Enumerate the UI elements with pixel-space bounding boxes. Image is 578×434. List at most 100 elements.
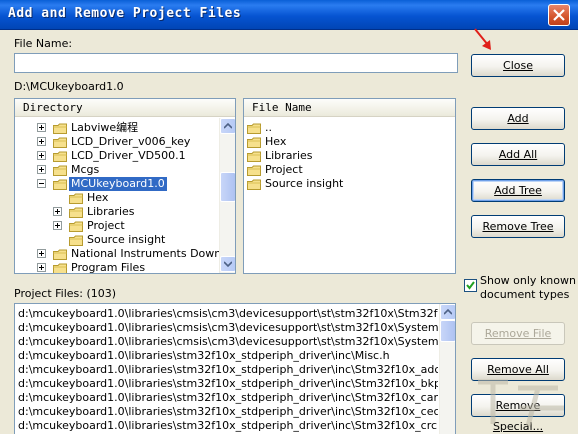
checkmark-icon: [466, 281, 475, 290]
folder-icon: [53, 151, 67, 162]
chevron-down-icon: [224, 261, 232, 267]
folder-icon: [69, 207, 83, 218]
directory-item[interactable]: Libraries: [15, 205, 219, 219]
watermark-logo-icon: [478, 379, 564, 427]
remove-tree-button[interactable]: Remove Tree: [471, 215, 565, 238]
expand-icon[interactable]: [53, 207, 62, 216]
directory-item[interactable]: Source insight: [15, 233, 219, 247]
directory-item[interactable]: Project: [15, 219, 219, 233]
directory-panel: Directory Labviwe编程 LCD_Driver_v006_key LC…: [14, 98, 236, 274]
directory-item[interactable]: Program Files: [15, 261, 219, 274]
file-list-item-label: Project: [265, 163, 303, 176]
folder-icon: [247, 151, 261, 162]
directory-header: Directory: [15, 99, 235, 117]
directory-item-label: Project: [87, 219, 125, 232]
directory-item-label: Libraries: [87, 205, 135, 218]
directory-item-label: Source insight: [87, 233, 166, 246]
directory-item[interactable]: LCD_Driver_v006_key: [15, 135, 219, 149]
chevron-up-icon: [444, 309, 452, 315]
project-scroll-thumb[interactable]: [440, 320, 455, 342]
project-file-row[interactable]: d:\mcukeyboard1.0\libraries\cmsis\cm3\de…: [18, 321, 438, 335]
scroll-down-button[interactable]: [220, 256, 235, 272]
file-list-item[interactable]: Project: [247, 163, 447, 177]
project-file-row[interactable]: d:\mcukeyboard1.0\libraries\cmsis\cm3\de…: [18, 335, 438, 349]
close-icon: [553, 9, 565, 21]
project-file-row[interactable]: d:\mcukeyboard1.0\libraries\stm32f10x_st…: [18, 419, 438, 433]
folder-icon: [53, 263, 67, 273]
folder-icon: [53, 137, 67, 148]
directory-item-label: LCD_Driver_v006_key: [71, 135, 191, 148]
collapse-icon[interactable]: [37, 179, 46, 188]
chevron-up-icon: [224, 123, 232, 129]
directory-item[interactable]: MCUkeyboard1.0: [15, 177, 219, 191]
folder-icon: [53, 165, 67, 176]
file-list-item[interactable]: Libraries: [247, 149, 447, 163]
directory-scrollbar[interactable]: [219, 118, 235, 273]
project-file-row[interactable]: d:\mcukeyboard1.0\libraries\stm32f10x_st…: [18, 405, 438, 419]
project-files-scrollbar[interactable]: [439, 304, 455, 434]
add-tree-button[interactable]: Add Tree: [471, 179, 565, 202]
directory-item-label: Hex: [87, 191, 109, 204]
project-files-list[interactable]: d:\mcukeyboard1.0\libraries\cmsis\cm3\de…: [14, 303, 456, 434]
expand-icon[interactable]: [37, 165, 46, 174]
directory-item[interactable]: Labviwe编程: [15, 121, 219, 135]
folder-icon: [247, 165, 261, 176]
project-scroll-up-button[interactable]: [440, 304, 455, 320]
expand-icon[interactable]: [37, 249, 46, 258]
directory-item-label: Mcgs: [71, 163, 100, 176]
directory-item[interactable]: LCD_Driver_VD500.1: [15, 149, 219, 163]
project-files-label: Project Files: (103): [14, 287, 117, 300]
expand-icon[interactable]: [37, 137, 46, 146]
file-list-item-label: Libraries: [265, 149, 313, 162]
window-close-button[interactable]: [548, 4, 570, 26]
directory-item-label: LCD_Driver_VD500.1: [71, 149, 186, 162]
directory-item[interactable]: National Instruments Download: [15, 247, 235, 261]
add-button[interactable]: Add: [471, 107, 565, 130]
folder-icon: [69, 193, 83, 204]
project-file-row[interactable]: d:\mcukeyboard1.0\libraries\stm32f10x_st…: [18, 391, 438, 405]
parent-folder-icon: [247, 123, 261, 134]
file-list-panel: File Name .. Hex Libraries Project Source in…: [243, 98, 456, 274]
folder-icon: [247, 137, 261, 148]
folder-icon: [53, 123, 67, 134]
folder-icon: [53, 249, 67, 260]
expand-icon[interactable]: [37, 151, 46, 160]
scroll-up-button[interactable]: [220, 118, 235, 134]
directory-item[interactable]: Mcgs: [15, 163, 219, 177]
file-name-label: File Name:: [14, 37, 73, 50]
window-title: Add and Remove Project Files: [8, 6, 242, 21]
annotation-arrow-icon: [474, 28, 491, 50]
folder-icon: [53, 179, 67, 190]
file-name-input[interactable]: [14, 53, 458, 73]
expand-icon[interactable]: [53, 221, 62, 230]
folder-icon: [247, 179, 261, 190]
file-list-item[interactable]: ..: [247, 121, 447, 135]
directory-item-label: Labviwe编程: [71, 121, 139, 134]
remove-file-button[interactable]: Remove File: [471, 322, 565, 345]
project-file-row[interactable]: d:\mcukeyboard1.0\libraries\stm32f10x_st…: [18, 349, 438, 363]
show-known-label-line1: Show only known: [480, 274, 576, 287]
scroll-thumb[interactable]: [220, 172, 235, 202]
project-file-row[interactable]: d:\mcukeyboard1.0\libraries\cmsis\cm3\de…: [18, 307, 438, 321]
folder-icon: [69, 235, 83, 246]
project-file-row[interactable]: d:\mcukeyboard1.0\libraries\stm32f10x_st…: [18, 363, 438, 377]
file-list-item-label: Hex: [265, 135, 287, 148]
directory-item[interactable]: Hex: [15, 191, 219, 205]
folder-icon: [69, 221, 83, 232]
show-known-label-line2: document types: [480, 288, 570, 301]
file-list-item-label: Source insight: [265, 177, 344, 190]
directory-item-label: MCUkeyboard1.0: [69, 177, 167, 191]
file-list-header: File Name: [244, 99, 455, 117]
expand-icon[interactable]: [37, 123, 46, 132]
project-file-row[interactable]: d:\mcukeyboard1.0\libraries\stm32f10x_st…: [18, 377, 438, 391]
current-path: D:\MCUkeyboard1.0: [14, 80, 124, 93]
file-list-item[interactable]: Source insight: [247, 177, 447, 191]
file-list-item-label: ..: [265, 121, 272, 134]
directory-item-label: Program Files: [71, 261, 146, 274]
file-list-item[interactable]: Hex: [247, 135, 447, 149]
add-all-button[interactable]: Add All: [471, 143, 565, 166]
close-button[interactable]: Close: [471, 54, 565, 77]
expand-icon[interactable]: [37, 263, 46, 272]
show-known-checkbox[interactable]: [464, 279, 477, 292]
directory-item-label: National Instruments Download: [71, 247, 236, 260]
